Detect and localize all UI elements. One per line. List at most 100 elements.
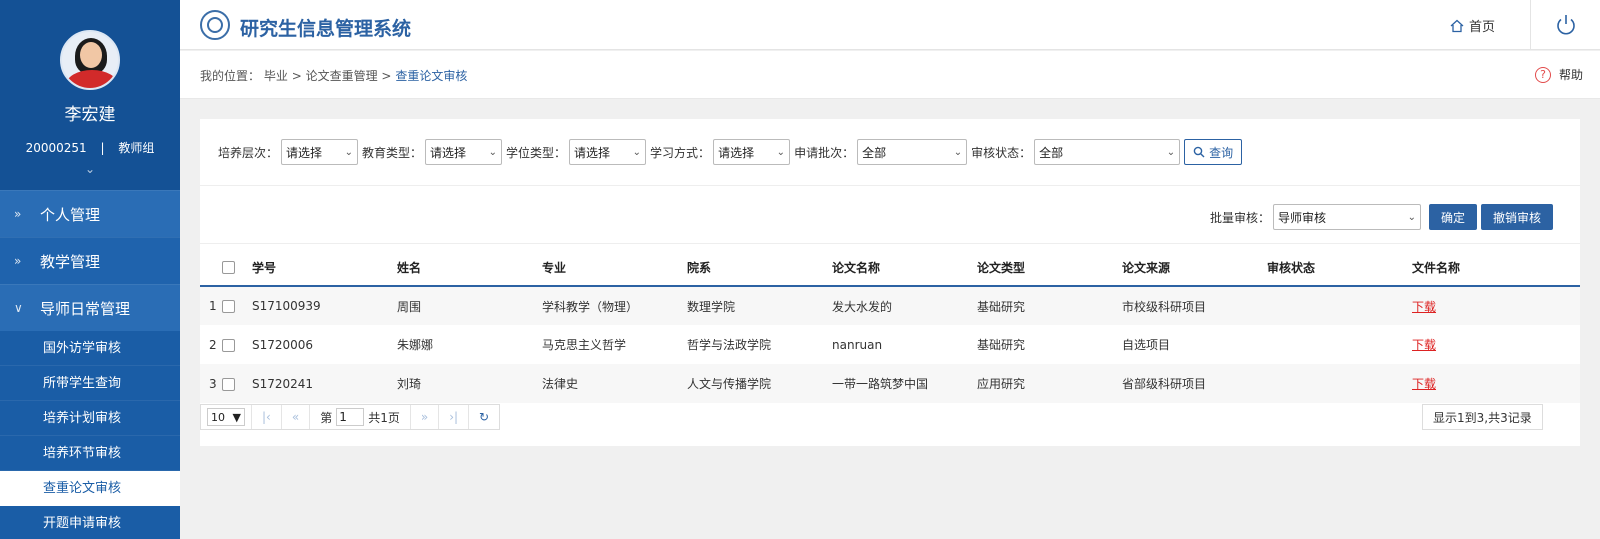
user-name: 李宏建 <box>64 105 116 125</box>
last-page-icon[interactable]: ›| <box>439 405 470 429</box>
cell-status <box>1267 364 1412 403</box>
cell-type: 应用研究 <box>977 364 1122 403</box>
row-checkbox[interactable] <box>222 338 235 352</box>
col-source[interactable]: 论文来源 <box>1122 249 1267 287</box>
col-name[interactable]: 姓名 <box>397 249 542 287</box>
filter-study-mode-select[interactable]: 请选择 ⌄ <box>713 139 791 165</box>
menu-advisor-daily[interactable]: ∨ 导师日常管理 <box>0 284 180 331</box>
filter-label-status: 审核状态： <box>971 145 1032 160</box>
first-page-icon[interactable]: |‹ <box>252 405 282 429</box>
chevron-down-icon: ⌄ <box>344 146 354 158</box>
logout-button[interactable] <box>1530 0 1600 50</box>
table-row[interactable]: 1 S17100939 周围 学科教学（物理） 数理学院 发大水发的 基础研究 … <box>200 286 1580 325</box>
col-type[interactable]: 论文类型 <box>977 249 1122 287</box>
cell-type: 基础研究 <box>977 325 1122 364</box>
menu-label: 教学管理 <box>40 252 101 271</box>
download-link[interactable]: 下载 <box>1412 300 1436 314</box>
cell-name: 周围 <box>397 286 542 325</box>
user-separator: | <box>100 141 105 155</box>
help-label: 帮助 <box>1559 68 1584 82</box>
top-bar: 研究生信息管理系统 首页 <box>180 0 1600 50</box>
breadcrumb-item[interactable]: 论文查重管理 <box>306 69 378 83</box>
cell-dept: 人文与传播学院 <box>687 364 832 403</box>
user-meta: 20000251 | 教师组 <box>0 139 180 156</box>
cell-name: 朱娜娜 <box>397 325 542 364</box>
cell-name: 刘琦 <box>397 364 542 403</box>
refresh-icon[interactable]: ↻ <box>469 405 499 429</box>
filter-label-batch: 申请批次： <box>794 145 855 160</box>
chevron-down-icon[interactable]: ⌄ <box>0 162 180 176</box>
filter-label-level: 培养层次： <box>218 145 279 160</box>
next-page-icon[interactable]: » <box>411 405 440 429</box>
revoke-review-button[interactable]: 撤销审核 <box>1481 204 1554 230</box>
menu-personal[interactable]: » 个人管理 <box>0 190 180 237</box>
sidebar-item-training-plan[interactable]: 培养计划审核 <box>0 401 180 436</box>
app-title: 研究生信息管理系统 <box>240 18 412 40</box>
sidebar: 李宏建 20000251 | 教师组 ⌄ » 个人管理 » 教学管理 ∨ 导师日… <box>0 0 180 539</box>
download-link[interactable]: 下载 <box>1412 338 1436 352</box>
filter-label-study-mode: 学习方式： <box>650 145 711 160</box>
filter-batch-select[interactable]: 全部 ⌄ <box>857 139 968 165</box>
select-value: 请选择 <box>574 145 611 160</box>
cell-status <box>1267 325 1412 364</box>
filter-status-select[interactable]: 全部 ⌄ <box>1034 139 1181 165</box>
filter-edu-type-select[interactable]: 请选择 ⌄ <box>425 139 503 165</box>
sidebar-item-students-query[interactable]: 所带学生查询 <box>0 366 180 401</box>
row-checkbox[interactable] <box>222 300 235 313</box>
download-link[interactable]: 下载 <box>1412 377 1436 391</box>
breadcrumb-item[interactable]: 毕业 <box>264 69 288 83</box>
sidebar-item-training-link[interactable]: 培养环节审核 <box>0 436 180 471</box>
divider <box>200 185 1580 186</box>
table-header-row: 学号 姓名 专业 院系 论文名称 论文类型 论文来源 审核状态 文件名称 <box>200 249 1580 287</box>
breadcrumb: 我的位置： 毕业 > 论文查重管理 > 查重论文审核 <box>200 67 467 84</box>
page-size-select[interactable]: 10 ▼ <box>207 408 245 426</box>
row-index: 1 <box>200 286 222 325</box>
main-panel: 培养层次： 请选择 ⌄ 教育类型： 请选择 ⌄ 学位类型： 请选择 ⌄ 学习方式： 请… <box>200 119 1580 446</box>
filter-level-select[interactable]: 请选择 ⌄ <box>281 139 359 165</box>
sidebar-item-proposal-review[interactable]: 开题申请审核 <box>0 506 180 539</box>
select-all-checkbox[interactable] <box>222 261 235 274</box>
chevron-down-icon: ⌄ <box>953 146 963 158</box>
menu-teaching[interactable]: » 教学管理 <box>0 237 180 284</box>
row-index: 2 <box>200 325 222 364</box>
prev-page-icon[interactable]: « <box>282 405 311 429</box>
sidebar-item-overseas-visit[interactable]: 国外访学审核 <box>0 331 180 366</box>
query-button[interactable]: 查询 <box>1184 139 1243 165</box>
search-icon <box>1193 146 1205 158</box>
col-major[interactable]: 专业 <box>542 249 687 287</box>
table-row[interactable]: 2 S1720006 朱娜娜 马克思主义哲学 哲学与法政学院 nanruan 基… <box>200 325 1580 364</box>
cell-source: 省部级科研项目 <box>1122 364 1267 403</box>
avatar[interactable] <box>60 30 120 90</box>
record-summary: 显示1到3,共3记录 <box>1422 404 1543 430</box>
menu-label: 导师日常管理 <box>40 299 131 318</box>
query-label: 查询 <box>1209 145 1234 160</box>
filter-degree-type-select[interactable]: 请选择 ⌄ <box>569 139 647 165</box>
col-file[interactable]: 文件名称 <box>1412 249 1580 287</box>
col-dept[interactable]: 院系 <box>687 249 832 287</box>
batch-select[interactable]: 导师审核 ⌄ <box>1273 204 1422 230</box>
table-row[interactable]: 3 S1720241 刘琦 法律史 人文与传播学院 一带一路筑梦中国 应用研究 … <box>200 364 1580 403</box>
breadcrumb-separator: > <box>291 69 302 83</box>
col-student-id[interactable]: 学号 <box>252 249 397 287</box>
cell-source: 市校级科研项目 <box>1122 286 1267 325</box>
batch-label: 批量审核： <box>1210 210 1271 225</box>
cell-dept: 哲学与法政学院 <box>687 325 832 364</box>
page-number-input[interactable]: 1 <box>336 408 365 426</box>
review-table: 学号 姓名 专业 院系 论文名称 论文类型 论文来源 审核状态 文件名称 1 S… <box>200 249 1580 403</box>
cell-title: nanruan <box>832 325 977 364</box>
cell-status <box>1267 286 1412 325</box>
chevron-down-icon: ⌄ <box>776 146 786 158</box>
col-status[interactable]: 审核状态 <box>1267 249 1412 287</box>
sidebar-item-plagiarism-review[interactable]: 查重论文审核 <box>0 471 180 506</box>
university-logo-icon <box>200 10 230 40</box>
row-checkbox[interactable] <box>222 377 235 391</box>
confirm-button[interactable]: 确定 <box>1429 204 1478 230</box>
home-link[interactable]: 首页 <box>1450 16 1495 35</box>
menu-label: 个人管理 <box>40 205 101 224</box>
cell-major: 学科教学（物理） <box>542 286 687 325</box>
filter-label-edu-type: 教育类型： <box>362 145 423 160</box>
help-link[interactable]: ? 帮助 <box>1535 66 1583 83</box>
col-title[interactable]: 论文名称 <box>832 249 977 287</box>
double-chevron-right-icon: » <box>14 207 22 221</box>
select-value: 全部 <box>1039 145 1064 160</box>
